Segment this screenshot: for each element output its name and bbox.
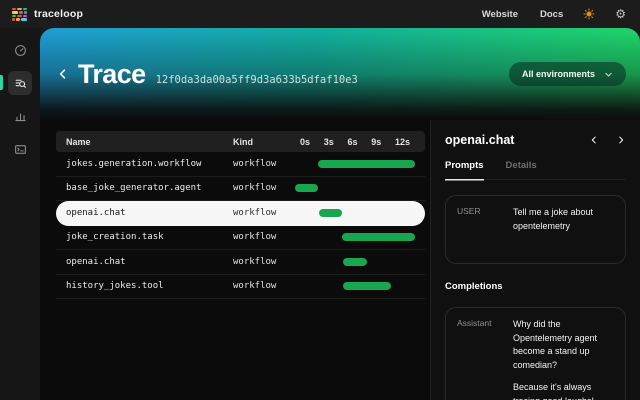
prompt-message-box: USER Tell me a joke about opentelemetry [445,195,626,264]
environment-dropdown-value: All environments [522,69,595,79]
duration-bar [343,282,391,290]
app-frame: Trace 12f0da3da00a5ff9d3a633b5dfaf10e3 A… [0,28,640,400]
span-name: openai.chat [56,257,233,267]
duration-bar [318,160,415,168]
previous-span-button[interactable] [589,135,599,145]
completion-role-label: Assistant [457,318,503,400]
prompt-role-label: USER [457,206,503,233]
column-header-name: Name [56,137,233,147]
detail-tabs: Prompts Details [445,160,626,180]
span-kind: workflow [233,257,295,267]
back-button[interactable] [56,67,70,81]
span-kind: workflow [233,281,295,291]
completions-heading: Completions [445,281,626,292]
tick-label: 6s [347,137,357,147]
span-details-panel: openai.chat Prompts Details [430,120,640,400]
traceloop-brand[interactable]: traceloop [12,8,83,21]
table-row[interactable]: openai.chat workflow [56,250,425,275]
tab-details[interactable]: Details [506,160,537,179]
brand-name: traceloop [34,8,83,20]
next-span-button[interactable] [616,135,626,145]
chevron-left-icon [589,135,599,145]
sidebar-nav [0,28,40,400]
table-row[interactable]: history_jokes.tool workflow [56,275,425,300]
tick-label: 3s [324,137,334,147]
duration-bar [295,184,318,192]
span-name: joke_creation.task [56,232,233,242]
gauge-icon [14,44,27,57]
table-row-selected[interactable]: openai.chat workflow [56,201,425,226]
bar-chart-icon [14,110,27,123]
trace-id: 12f0da3da00a5ff9d3a633b5dfaf10e3 [156,74,358,86]
trace-header: Trace 12f0da3da00a5ff9d3a633b5dfaf10e3 A… [40,28,640,120]
sidebar-item-dashboard[interactable] [8,38,32,62]
completion-text: Why did the Opentelemetry agent become a… [513,318,614,400]
span-kind: workflow [233,232,295,242]
table-row[interactable]: base_joke_generator.agent workflow [56,177,425,202]
tab-prompts[interactable]: Prompts [445,160,484,179]
span-detail-title: openai.chat [445,133,514,147]
settings-gear-icon[interactable]: ⚙ [615,8,626,20]
table-row[interactable]: joke_creation.task workflow [56,226,425,251]
docs-link[interactable]: Docs [540,9,563,20]
chevron-down-icon [604,70,613,79]
tick-label: 0s [300,137,310,147]
traceloop-logo-icon [12,8,27,21]
span-name: jokes.generation.workflow [56,159,233,169]
tick-label: 9s [371,137,381,147]
sidebar-item-analytics[interactable] [8,104,32,128]
duration-bar [342,233,415,241]
span-table: Name Kind 0s 3s 6s 9s 12s jokes.generati… [40,120,430,400]
content-split: Name Kind 0s 3s 6s 9s 12s jokes.generati… [40,120,640,400]
table-header-row: Name Kind 0s 3s 6s 9s 12s [56,131,425,152]
span-kind: workflow [233,159,295,169]
span-kind: workflow [233,183,295,193]
duration-bar [319,209,342,217]
sidebar-item-traces[interactable] [8,71,32,95]
span-kind: workflow [233,208,295,218]
completion-message-box: Assistant Why did the Opentelemetry agen… [445,307,626,400]
span-name: history_jokes.tool [56,281,233,291]
span-name: openai.chat [56,208,233,218]
table-row[interactable]: jokes.generation.workflow workflow [56,152,425,177]
trace-search-icon [14,77,27,90]
theme-sun-icon[interactable] [583,8,595,20]
column-header-kind: Kind [233,137,295,147]
duration-bar [343,258,367,266]
terminal-icon [14,143,27,156]
page-title: Trace [78,59,146,90]
top-bar: traceloop Website Docs ⚙ [0,0,640,28]
website-link[interactable]: Website [482,9,518,20]
prompt-text: Tell me a joke about opentelemetry [513,206,614,233]
environment-dropdown[interactable]: All environments [509,62,626,86]
timeline-axis: 0s 3s 6s 9s 12s [295,131,425,152]
main-panel: Trace 12f0da3da00a5ff9d3a633b5dfaf10e3 A… [40,28,640,400]
chevron-left-icon [56,67,70,81]
span-name: base_joke_generator.agent [56,183,233,193]
chevron-right-icon [616,135,626,145]
sidebar-item-playground[interactable] [8,137,32,161]
tick-label: 12s [395,137,410,147]
